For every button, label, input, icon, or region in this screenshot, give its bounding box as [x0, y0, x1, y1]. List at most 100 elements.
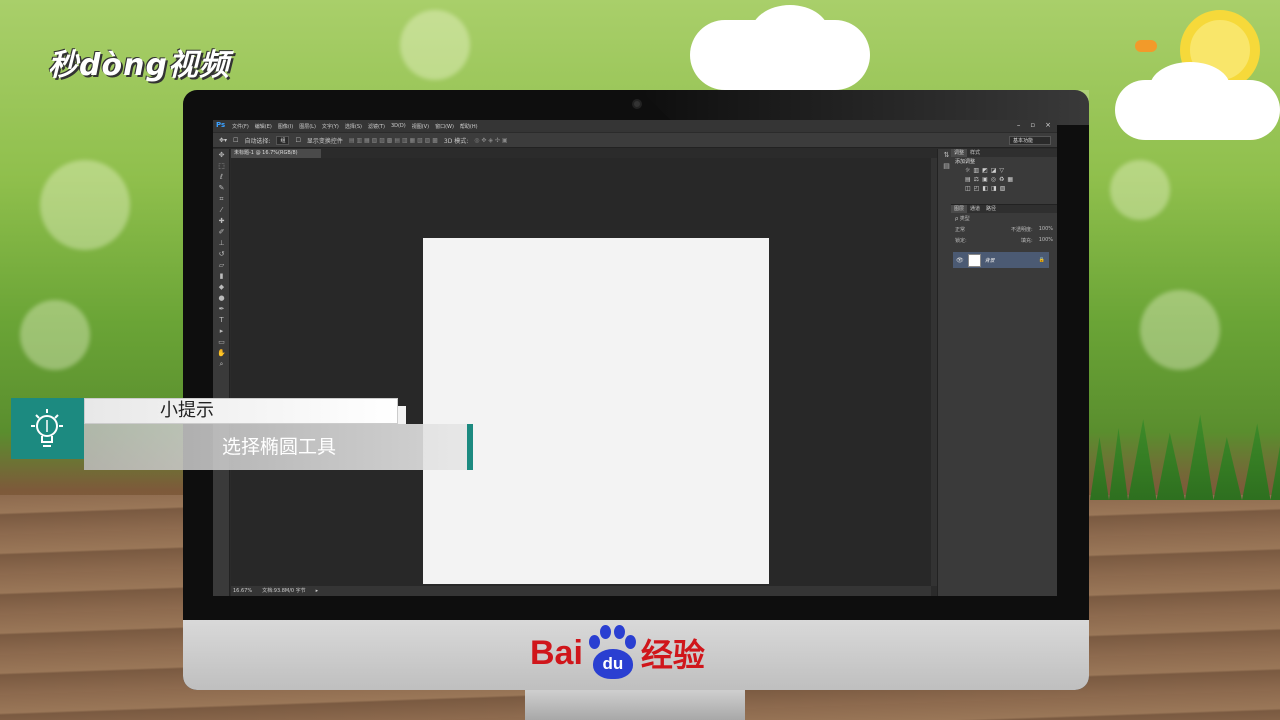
hue-sat-icon[interactable]: ▤ — [965, 176, 971, 183]
monitor-stand — [525, 690, 745, 720]
healing-brush-icon[interactable]: ✚ — [217, 217, 226, 226]
auto-select-checkbox[interactable]: ☐ — [233, 137, 238, 144]
lightbulb-icon — [11, 398, 84, 459]
cloud-decoration — [1150, 62, 1230, 112]
blend-mode-dropdown[interactable]: 正常 — [955, 226, 965, 233]
workspace-selector[interactable]: 基本功能 — [1009, 136, 1051, 145]
auto-select-dropdown[interactable]: 组 — [276, 135, 290, 145]
quick-select-icon[interactable]: ✎ — [217, 184, 226, 193]
selective-color-icon[interactable]: ◨ — [991, 185, 997, 192]
blur-icon[interactable]: ◆ — [217, 283, 226, 292]
path-select-icon[interactable]: ▸ — [217, 327, 226, 336]
menu-bar: Ps 文件(F) 编辑(E) 图像(I) 图层(L) 文字(Y) 选择(S) 滤… — [213, 120, 1057, 132]
zoom-tool-icon[interactable]: ⌕ — [217, 360, 226, 369]
sun-ray — [1135, 40, 1157, 52]
add-adjustment-title: 添加调整 — [955, 159, 976, 165]
type-tool-icon[interactable]: T — [217, 316, 226, 325]
menu-help[interactable]: 帮助(H) — [460, 123, 478, 130]
layers-tabs: 图层 通道 路径 — [951, 205, 1057, 213]
eye-icon[interactable]: 👁 — [956, 257, 964, 264]
baidu-logo-text: Bai — [530, 633, 583, 672]
gradient-map-icon[interactable]: ▧ — [1000, 185, 1006, 192]
menu-type[interactable]: 文字(Y) — [322, 123, 339, 130]
exposure-icon[interactable]: ◪ — [991, 167, 997, 174]
clone-stamp-icon[interactable]: ⊥ — [217, 239, 226, 248]
levels-icon[interactable]: ▥ — [973, 167, 979, 174]
pen-tool-icon[interactable]: ✒ — [217, 305, 226, 314]
photo-filter-icon[interactable]: ◎ — [991, 176, 996, 183]
brush-tool-icon[interactable]: ✐ — [217, 228, 226, 237]
tab-channels[interactable]: 通道 — [967, 205, 983, 213]
menu-select[interactable]: 选择(S) — [345, 123, 362, 130]
status-arrow-icon[interactable]: ▸ — [316, 586, 319, 596]
layer-row-background[interactable]: 👁 背景 🔒 — [953, 252, 1049, 268]
adjustment-icons-row: ☼ ▥ ◩ ◪ ▽ — [951, 166, 1057, 175]
menu-file[interactable]: 文件(F) — [232, 123, 249, 130]
layers-panel: 图层 通道 路径 ρ 类型 正常 不透明度: 100% 锁定: 填充: 100%… — [951, 204, 1057, 596]
menu-edit[interactable]: 编辑(E) — [255, 123, 272, 130]
eraser-icon[interactable]: ▱ — [217, 261, 226, 270]
layer-kind-filter[interactable]: ρ 类型 — [951, 213, 1057, 224]
tip-accent-bar — [467, 424, 473, 470]
3d-mode-icons[interactable]: ◎ ✥ ◈ ✣ ▣ — [474, 137, 507, 144]
threshold-icon[interactable]: ◧ — [982, 185, 988, 192]
opacity-label: 不透明度: — [1011, 227, 1033, 233]
menu-3d[interactable]: 3D(D) — [391, 123, 406, 129]
tip-title: 小提示 — [160, 400, 214, 421]
history-brush-icon[interactable]: ↺ — [217, 250, 226, 259]
black-white-icon[interactable]: ▣ — [982, 176, 988, 183]
zoom-level[interactable]: 16.67% — [233, 586, 252, 596]
tab-styles[interactable]: 样式 — [967, 149, 983, 157]
crop-tool-icon[interactable]: ⌗ — [217, 195, 226, 204]
adjustments-tabs: 调整 样式 — [951, 149, 1057, 157]
vibrance-icon[interactable]: ▽ — [999, 167, 1004, 174]
adjustment-icons-row: ▤ ⚖ ▣ ◎ ♻ ▦ — [951, 175, 1057, 184]
opacity-value[interactable]: 100% — [1039, 226, 1053, 233]
lock-label: 锁定: — [955, 238, 967, 244]
posterize-icon[interactable]: ◰ — [974, 185, 980, 192]
canvas-area[interactable] — [231, 158, 931, 586]
bokeh-light — [1140, 290, 1220, 370]
document-canvas[interactable] — [423, 238, 769, 584]
layer-thumbnail — [967, 253, 981, 267]
transform-label: 显示变换控件 — [306, 137, 343, 145]
menu-filter[interactable]: 滤镜(T) — [368, 123, 385, 130]
minimize-icon[interactable]: – — [1017, 121, 1021, 129]
move-tool-icon[interactable]: ✥ — [217, 151, 226, 160]
fill-value[interactable]: 100% — [1039, 237, 1053, 244]
menu-window[interactable]: 窗口(W) — [435, 123, 454, 130]
tab-paths[interactable]: 路径 — [983, 205, 999, 213]
color-balance-icon[interactable]: ⚖ — [974, 176, 979, 183]
menu-view[interactable]: 视图(V) — [412, 123, 429, 130]
brightness-icon[interactable]: ☼ — [965, 167, 970, 174]
eyedropper-icon[interactable]: ⁄ — [217, 206, 226, 215]
panel-icon-strip: ⇅ ▤ — [937, 149, 951, 596]
hand-tool-icon[interactable]: ✋ — [217, 349, 226, 358]
invert-icon[interactable]: ◫ — [965, 185, 971, 192]
marquee-tool-icon[interactable]: ⬚ — [217, 162, 226, 171]
bokeh-light — [1110, 160, 1170, 220]
history-panel-icon[interactable]: ⇅ — [942, 151, 951, 160]
document-tab[interactable]: 未标题-1 @ 16.7%(RGB/8) — [231, 149, 321, 158]
channel-mixer-icon[interactable]: ♻ — [999, 176, 1004, 183]
baidu-jingyan-logo: Bai du 经验 — [530, 623, 705, 683]
move-tool-icon[interactable]: ✥▾ — [219, 137, 227, 144]
tip-title-bar — [84, 398, 398, 424]
tab-layers[interactable]: 图层 — [951, 205, 968, 213]
gradient-icon[interactable]: ▮ — [217, 272, 226, 281]
color-lookup-icon[interactable]: ▦ — [1007, 176, 1013, 183]
close-icon[interactable]: × — [1045, 121, 1051, 129]
dodge-icon[interactable]: ● — [217, 294, 226, 303]
transform-checkbox[interactable]: ☐ — [295, 137, 300, 144]
maximize-icon[interactable]: ▫ — [1030, 121, 1035, 129]
menu-image[interactable]: 图像(I) — [278, 123, 293, 130]
shape-tool-icon[interactable]: ▭ — [217, 338, 226, 347]
camera-icon — [632, 99, 642, 109]
lasso-tool-icon[interactable]: ℓ — [217, 173, 226, 182]
properties-panel-icon[interactable]: ▤ — [942, 162, 951, 171]
menu-layer[interactable]: 图层(L) — [299, 123, 316, 130]
tab-adjustments[interactable]: 调整 — [951, 149, 968, 157]
lock-icon: 🔒 — [1038, 257, 1045, 263]
align-icons[interactable]: ▤ ▥ ▦ ▧ ▨ ▩ ▤ ▥ ▦ ▧ ▨ ▩ — [349, 137, 438, 144]
curves-icon[interactable]: ◩ — [982, 167, 988, 174]
